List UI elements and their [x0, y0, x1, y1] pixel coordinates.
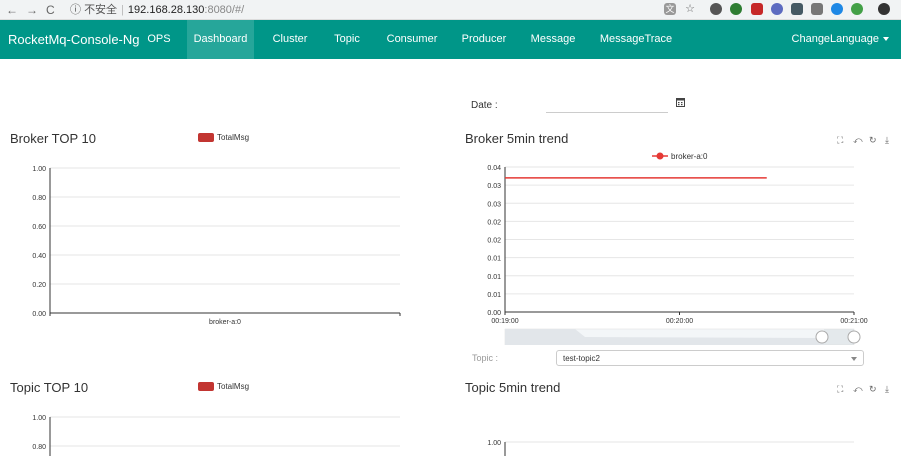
y-tick-label: 0.20: [32, 282, 46, 289]
y-tick-label: 0.02: [487, 238, 501, 245]
nav-dashboard[interactable]: Dashboard: [187, 20, 254, 59]
url-path: :8080/#/: [204, 4, 245, 16]
y-tick-label: 0.02: [487, 219, 501, 226]
calendar-icon[interactable]: [676, 97, 685, 107]
broker-top10-title: Broker TOP 10: [10, 131, 96, 146]
url-separator: |: [121, 4, 124, 16]
y-tick-label: 0.40: [32, 253, 46, 260]
topic-zoom-reset-icon[interactable]: ⤺: [853, 384, 863, 395]
legend-marker: [656, 152, 664, 160]
x-tick-label: broker-a:0: [209, 319, 241, 326]
topic-select-value: test-topic2: [563, 354, 600, 363]
extension-star-icon[interactable]: [831, 3, 843, 15]
nav-messagetrace[interactable]: MessageTrace: [596, 20, 676, 59]
y-tick-label: 1.00: [487, 440, 501, 447]
app-navbar: RocketMq-Console-Ng OPS Dashboard Cluste…: [0, 20, 901, 59]
y-tick-label: 0.03: [487, 183, 501, 190]
info-icon: ⓘ: [70, 4, 81, 16]
x-tick-label: 00:20:00: [666, 318, 693, 325]
topic-trend-title: Topic 5min trend: [465, 380, 561, 395]
y-tick-label: 0.01: [487, 274, 501, 281]
y-tick-label: 1.00: [32, 415, 46, 422]
datazoom-handle: [815, 330, 829, 344]
y-tick-label: 0.80: [32, 195, 46, 202]
address-bar[interactable]: ⓘ 不安全 | 192.168.28.130:8080/#/: [70, 2, 244, 18]
back-icon[interactable]: ←: [6, 2, 18, 18]
extension-check-icon[interactable]: [851, 3, 863, 15]
y-tick-label: 0.01: [487, 256, 501, 263]
broker-trend-title: Broker 5min trend: [465, 131, 569, 146]
reload-icon[interactable]: C: [46, 2, 55, 18]
translate-icon[interactable]: 文: [664, 3, 676, 15]
topic-download-icon[interactable]: ⤓: [885, 384, 889, 395]
topic-label: Topic :: [472, 353, 499, 363]
y-tick-label: 0.04: [487, 165, 501, 172]
y-tick-label: 0.80: [32, 444, 46, 451]
evernote-icon[interactable]: [730, 3, 742, 15]
x-tick-label: 00:19:00: [491, 318, 518, 325]
extension-shield-icon[interactable]: [771, 3, 783, 15]
topic-top10-title: Topic TOP 10: [10, 380, 89, 395]
y-tick-label: 0.00: [487, 310, 501, 317]
forward-icon[interactable]: →: [26, 2, 38, 18]
x-tick-label: 00:21:00: [840, 318, 867, 325]
topic-trend-chart: 1.00: [487, 440, 854, 456]
legend-swatch-totalmsg[interactable]: [198, 133, 214, 142]
y-tick-label: 0.01: [487, 292, 501, 299]
topic-select[interactable]: test-topic2: [556, 350, 864, 366]
caret-down-icon: [883, 37, 889, 42]
change-language-label: ChangeLanguage: [791, 33, 879, 45]
nav-cluster[interactable]: Cluster: [266, 20, 314, 59]
extension-ub-icon[interactable]: [791, 3, 803, 15]
change-language-dropdown[interactable]: ChangeLanguage: [792, 20, 889, 59]
legend-label: broker-a:0: [671, 152, 708, 161]
profile-avatar[interactable]: [878, 3, 890, 15]
broker-top10-chart: 0.00 0.20 0.40 0.60 0.80 1.00 broker-a:0: [32, 166, 401, 326]
datazoom-handle: [847, 330, 861, 344]
date-label: Date :: [471, 100, 498, 111]
legend-label-totalmsg[interactable]: TotalMsg: [217, 133, 249, 142]
nav-message[interactable]: Message: [526, 20, 580, 59]
url-host: 192.168.28.130: [127, 4, 205, 16]
star-icon[interactable]: ☆: [684, 3, 696, 15]
topic-restore-icon[interactable]: ↻: [869, 384, 877, 395]
insecure-label: 不安全: [84, 4, 118, 16]
nav-topic[interactable]: Topic: [326, 20, 368, 59]
nav-consumer[interactable]: Consumer: [382, 20, 442, 59]
broker-trend-chart: broker-a:0 0.00 0.01 0.01 0.01 0.02 0.02 0.03 0.…: [487, 152, 868, 345]
y-tick-label: 0.03: [487, 201, 501, 208]
nav-ops[interactable]: OPS: [140, 20, 178, 59]
y-tick-label: 1.00: [32, 166, 46, 173]
extension-icon[interactable]: [710, 3, 722, 15]
topic-top10-chart: 0.80 1.00: [32, 415, 400, 456]
nav-producer[interactable]: Producer: [456, 20, 512, 59]
y-tick-label: 0.60: [32, 224, 46, 231]
topic-zoom-icon[interactable]: ⛶: [837, 384, 843, 395]
brand-title[interactable]: RocketMq-Console-Ng: [8, 20, 140, 59]
browser-toolbar: ← → C ⓘ 不安全 | 192.168.28.130:8080/#/ 文 ☆: [0, 0, 901, 20]
legend-label-topic-totalmsg[interactable]: TotalMsg: [217, 382, 249, 391]
y-tick-label: 0.00: [32, 311, 46, 318]
extension-y-icon[interactable]: [811, 3, 823, 15]
legend-swatch-topic-totalmsg[interactable]: [198, 382, 214, 391]
date-input[interactable]: [546, 96, 668, 113]
extension-h-icon[interactable]: [751, 3, 763, 15]
chevron-down-icon: [851, 357, 857, 361]
